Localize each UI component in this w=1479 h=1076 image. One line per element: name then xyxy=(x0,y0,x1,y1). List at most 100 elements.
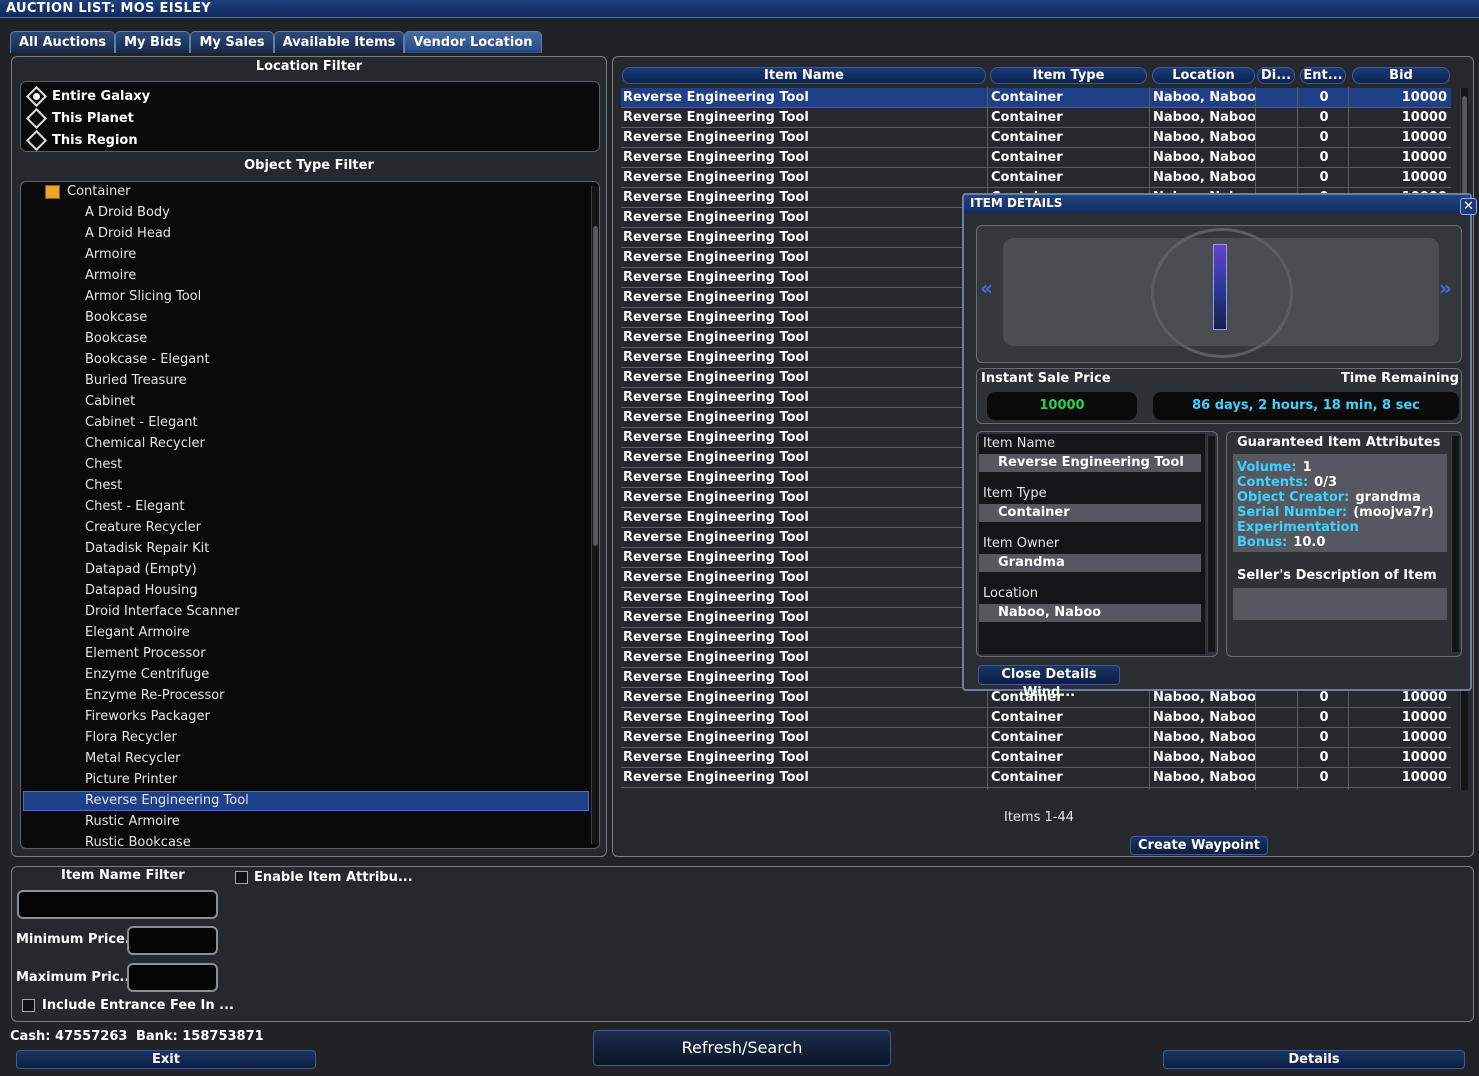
table-row[interactable]: Reverse Engineering Tool Container Naboo, … xyxy=(621,108,1451,128)
tree-item[interactable]: Cabinet xyxy=(85,392,135,412)
col-bid[interactable]: Bid xyxy=(1352,67,1450,84)
refresh-search-button[interactable]: Refresh/Search xyxy=(593,1030,891,1066)
scroll-thumb[interactable] xyxy=(593,226,598,546)
tree-item[interactable]: Bookcase xyxy=(85,329,147,349)
tree-item[interactable]: Enzyme Re-Processor xyxy=(85,686,225,706)
tree-item[interactable]: Chemical Recycler xyxy=(85,434,205,454)
field-item-type: Container xyxy=(979,504,1201,522)
object-type-tree[interactable]: Container A Droid Body A Droid Head Armoir… xyxy=(20,181,600,849)
cell-name: Reverse Engineering Tool xyxy=(623,770,809,785)
tab-my-sales[interactable]: My Sales xyxy=(190,31,274,53)
cell-type: Container xyxy=(991,90,1063,105)
cell-location: Naboo, Naboo xyxy=(1153,130,1255,145)
col-di[interactable]: Di... xyxy=(1257,67,1295,84)
close-details-button[interactable]: Close Details Wind... xyxy=(978,665,1120,700)
tree-item[interactable]: Armoire xyxy=(85,245,136,265)
col-item-type[interactable]: Item Type xyxy=(990,67,1147,84)
tree-item[interactable]: Fireworks Packager xyxy=(85,707,210,727)
table-row[interactable]: Reverse Engineering Tool Container Naboo, … xyxy=(621,168,1451,188)
table-row[interactable]: Reverse Engineering Tool Container Naboo, … xyxy=(621,708,1451,728)
tree-item[interactable]: Chest xyxy=(85,476,122,496)
tab-all-auctions[interactable]: All Auctions xyxy=(10,31,116,53)
title-bar[interactable]: AUCTION LIST: MOS EISLEY xyxy=(0,0,1479,18)
radio-entire-galaxy[interactable]: Entire Galaxy xyxy=(25,85,151,107)
cell-bid: 10000 xyxy=(1401,90,1447,105)
tree-item[interactable]: A Droid Body xyxy=(85,203,170,223)
cell-name: Reverse Engineering Tool xyxy=(623,170,809,185)
tree-item[interactable]: Bookcase - Elegant xyxy=(85,350,210,370)
close-icon[interactable]: ✕ xyxy=(1460,198,1477,215)
tree-item[interactable]: Element Processor xyxy=(85,644,206,664)
info-scrollbar[interactable] xyxy=(1207,436,1215,652)
tree-item[interactable]: Rustic Bookcase xyxy=(85,833,191,848)
min-price-input[interactable] xyxy=(127,926,218,955)
radio-this-region[interactable]: This Region xyxy=(25,129,138,151)
tree-item[interactable]: Buried Treasure xyxy=(85,371,187,391)
exit-button[interactable]: Exit xyxy=(16,1050,316,1069)
tab-bar: All Auctions My Bids My Sales Available … xyxy=(10,31,542,53)
tree-item[interactable]: Armoire xyxy=(85,266,136,286)
col-location[interactable]: Location xyxy=(1152,67,1255,84)
tree-item[interactable]: A Droid Head xyxy=(85,224,171,244)
cell-type: Container xyxy=(991,170,1063,185)
tree-item[interactable]: Flora Recycler xyxy=(85,728,177,748)
tab-available-items[interactable]: Available Items xyxy=(273,31,405,53)
cell-name: Reverse Engineering Tool xyxy=(623,130,809,145)
tab-my-bids[interactable]: My Bids xyxy=(115,31,191,53)
radio-label: Entire Galaxy xyxy=(52,88,151,104)
rotate-left-icon[interactable]: « xyxy=(980,276,993,300)
cell-bid: 10000 xyxy=(1401,130,1447,145)
table-row[interactable]: Reverse Engineering Tool Container Naboo, … xyxy=(621,128,1451,148)
cell-location: Naboo, Naboo xyxy=(1153,110,1255,125)
tree-item[interactable]: Droid Interface Scanner xyxy=(85,602,240,622)
tree-item[interactable]: Reverse Engineering Tool xyxy=(85,791,249,811)
create-waypoint-button[interactable]: Create Waypoint xyxy=(1130,836,1268,855)
cell-ent: 0 xyxy=(1319,710,1329,725)
tree-item[interactable]: Elegant Armoire xyxy=(85,623,190,643)
table-row[interactable]: Reverse Engineering Tool Container Naboo, … xyxy=(621,748,1451,768)
table-row[interactable]: Reverse Engineering Tool Container Naboo, … xyxy=(621,88,1451,108)
enable-attributes-checkbox[interactable] xyxy=(235,871,248,884)
tree-item[interactable]: Metal Recycler xyxy=(85,749,180,769)
attr-scrollbar[interactable] xyxy=(1451,436,1459,652)
tree-item[interactable]: Datadisk Repair Kit xyxy=(85,539,209,559)
tree-item[interactable]: Creature Recycler xyxy=(85,518,201,538)
attr-key: Object Creator: xyxy=(1237,490,1350,505)
object-type-filter-title: Object Type Filter xyxy=(244,158,374,173)
attr-volume: Volume: 1 xyxy=(1237,460,1312,475)
tree-item[interactable]: Armor Slicing Tool xyxy=(85,287,201,307)
table-row[interactable]: Reverse Engineering Tool Container Naboo, … xyxy=(621,148,1451,168)
col-ent[interactable]: Ent... xyxy=(1300,67,1346,84)
table-row[interactable]: Reverse Engineering Tool Container Naboo, … xyxy=(621,728,1451,748)
tree-item[interactable]: Datapad Housing xyxy=(85,581,198,601)
details-title-bar[interactable]: ITEM DETAILS xyxy=(964,195,1470,213)
tree-item[interactable]: Picture Printer xyxy=(85,770,177,790)
tree-item[interactable]: Bookcase xyxy=(85,308,147,328)
cell-bid: 10000 xyxy=(1401,730,1447,745)
tree-item[interactable]: Cabinet - Elegant xyxy=(85,413,198,433)
cell-name: Reverse Engineering Tool xyxy=(623,610,809,625)
col-item-name[interactable]: Item Name xyxy=(622,67,986,84)
rotate-right-icon[interactable]: » xyxy=(1439,276,1452,300)
tree-item[interactable]: Enzyme Centrifuge xyxy=(85,665,209,685)
cell-location: Naboo, Naboo xyxy=(1153,150,1255,165)
tree-item[interactable]: Chest xyxy=(85,455,122,475)
tree-item[interactable]: Rustic Armoire xyxy=(85,812,180,832)
item-name-filter-input[interactable] xyxy=(17,890,218,919)
attr-key: Volume: xyxy=(1237,460,1297,475)
radio-this-planet[interactable]: This Planet xyxy=(25,107,134,129)
tree-item[interactable]: Chest - Elegant xyxy=(85,497,185,517)
cash-label: Cash: xyxy=(10,1029,51,1044)
cell-type: Container xyxy=(991,130,1063,145)
tab-vendor-location[interactable]: Vendor Location xyxy=(404,31,542,53)
table-row[interactable]: Reverse Engineering Tool Container Naboo, … xyxy=(621,768,1451,788)
include-fee-checkbox[interactable] xyxy=(22,999,35,1012)
tree-item[interactable]: Datapad (Empty) xyxy=(85,560,197,580)
tree-scrollbar[interactable] xyxy=(591,186,599,844)
tree-category-container[interactable]: Container xyxy=(67,182,131,202)
details-button[interactable]: Details xyxy=(1163,1050,1465,1069)
seller-description xyxy=(1233,588,1447,620)
max-price-input[interactable] xyxy=(127,963,218,992)
cell-ent: 0 xyxy=(1319,770,1329,785)
cell-name: Reverse Engineering Tool xyxy=(623,270,809,285)
